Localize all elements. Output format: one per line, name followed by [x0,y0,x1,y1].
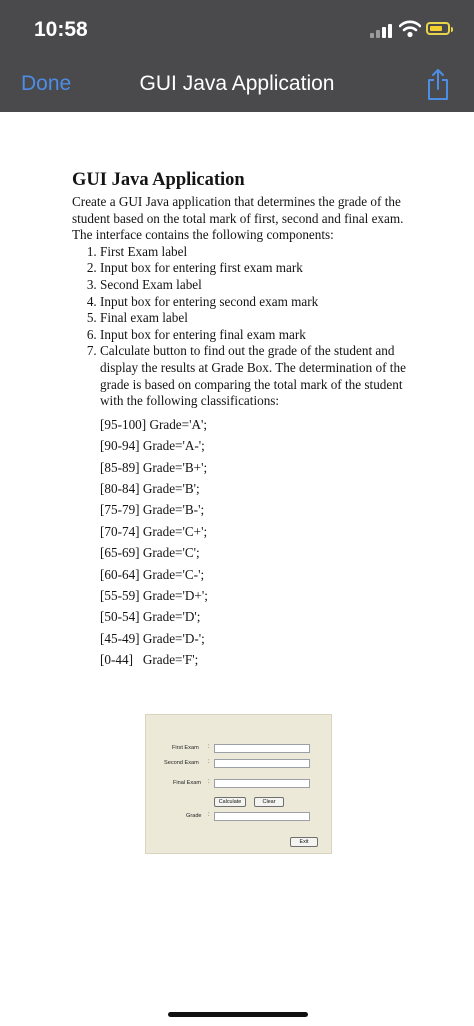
home-indicator[interactable] [168,1012,308,1017]
list-item: Input box for entering second exam mark [100,294,412,311]
status-time: 10:58 [34,18,88,41]
clear-button: Clear [254,797,284,807]
document-heading: GUI Java Application [72,170,245,190]
final-exam-label: Final Exam [173,780,201,786]
grade-item: [60-64] Grade='C-'; [100,566,205,582]
grade-item: [45-49] Grade='D-'; [100,630,205,646]
calculate-button: Calculate [214,797,246,807]
grade-item: [50-54] Grade='D'; [100,609,201,625]
first-exam-field [214,744,310,753]
grade-item: [65-69] Grade='C'; [100,545,200,561]
list-item: Second Exam label [100,277,412,294]
done-button[interactable]: Done [21,72,71,96]
document-intro: Create a GUI Java application that deter… [72,194,404,243]
status-bar: 10:58 [0,0,474,58]
colon: : [208,759,210,765]
grade-field [214,812,310,821]
wifi-icon [399,20,421,38]
list-item: First Exam label [100,244,412,261]
grade-item: [95-100] Grade='A'; [100,416,208,432]
grade-item: [75-79] Grade='B-'; [100,502,205,518]
gui-form-screenshot: First Exam : Second Exam : Final Exam : … [145,714,332,854]
document-content: GUI Java Application Create a GUI Java a… [72,168,412,671]
colon: : [208,779,210,785]
battery-icon [426,22,453,35]
grade-item: [80-84] Grade='B'; [100,480,200,496]
list-item: Final exam label [100,310,412,327]
list-item: Input box for entering first exam mark [100,260,412,277]
grade-item: [90-94] Grade='A-'; [100,438,205,454]
nav-bar: Done GUI Java Application [0,58,474,112]
final-exam-field [214,779,310,788]
exit-button: Exit [290,837,318,847]
grade-list: [95-100] Grade='A'; [90-94] Grade='A-'; … [100,414,412,671]
cellular-signal-icon [370,24,394,38]
grade-item: [55-59] Grade='D+'; [100,587,208,603]
colon: : [208,744,210,750]
colon: : [208,812,210,818]
list-item: Input box for entering final exam mark [100,327,412,344]
grade-item: [0-44] Grade='F'; [100,652,199,668]
component-list: First Exam label Input box for entering … [72,244,412,671]
first-exam-label: First Exam [172,745,199,751]
grade-label: Grade [186,813,202,819]
grade-item: [70-74] Grade='C+'; [100,523,208,539]
list-item-text: Calculate button to find out the grade o… [100,343,406,409]
second-exam-label: Second Exam [164,760,199,766]
share-icon[interactable] [425,68,451,102]
grade-item: [85-89] Grade='B+'; [100,459,208,475]
second-exam-field [214,759,310,768]
list-item: Calculate button to find out the grade o… [100,343,412,670]
